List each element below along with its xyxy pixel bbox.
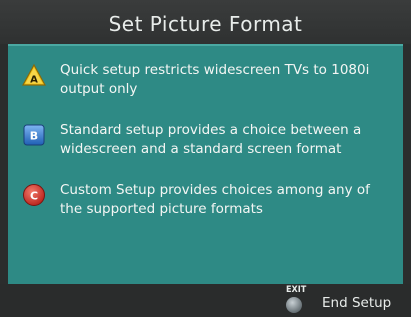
option-standard-setup[interactable]: B Standard setup provides a choice betwe… [22, 121, 392, 159]
option-custom-setup[interactable]: C Custom Setup provides choices among an… [22, 181, 392, 219]
end-setup-label[interactable]: End Setup [322, 295, 391, 311]
svg-text:A: A [30, 75, 38, 86]
tv-setup-screen: Set Picture Format A Quick setup restric… [0, 0, 411, 317]
option-quick-setup-text: Quick setup restricts widescreen TVs to … [60, 62, 370, 97]
red-circle-c-icon: C [23, 184, 45, 206]
title-bar: Set Picture Format [0, 0, 411, 44]
exit-label: EXIT [286, 285, 307, 295]
blue-square-b-icon: B [23, 124, 45, 146]
options-panel: A Quick setup restricts widescreen TVs t… [8, 44, 403, 284]
svg-text:C: C [30, 190, 38, 203]
page-title: Set Picture Format [108, 11, 303, 36]
option-custom-setup-text: Custom Setup provides choices among any … [60, 182, 370, 217]
option-standard-setup-text: Standard setup provides a choice between… [60, 122, 362, 157]
svg-text:B: B [30, 130, 38, 143]
yellow-triangle-a-icon: A [22, 63, 46, 86]
exit-button-icon[interactable] [286, 297, 302, 313]
option-quick-setup[interactable]: A Quick setup restricts widescreen TVs t… [22, 61, 392, 99]
footer-bar: EXIT End Setup [0, 284, 411, 317]
